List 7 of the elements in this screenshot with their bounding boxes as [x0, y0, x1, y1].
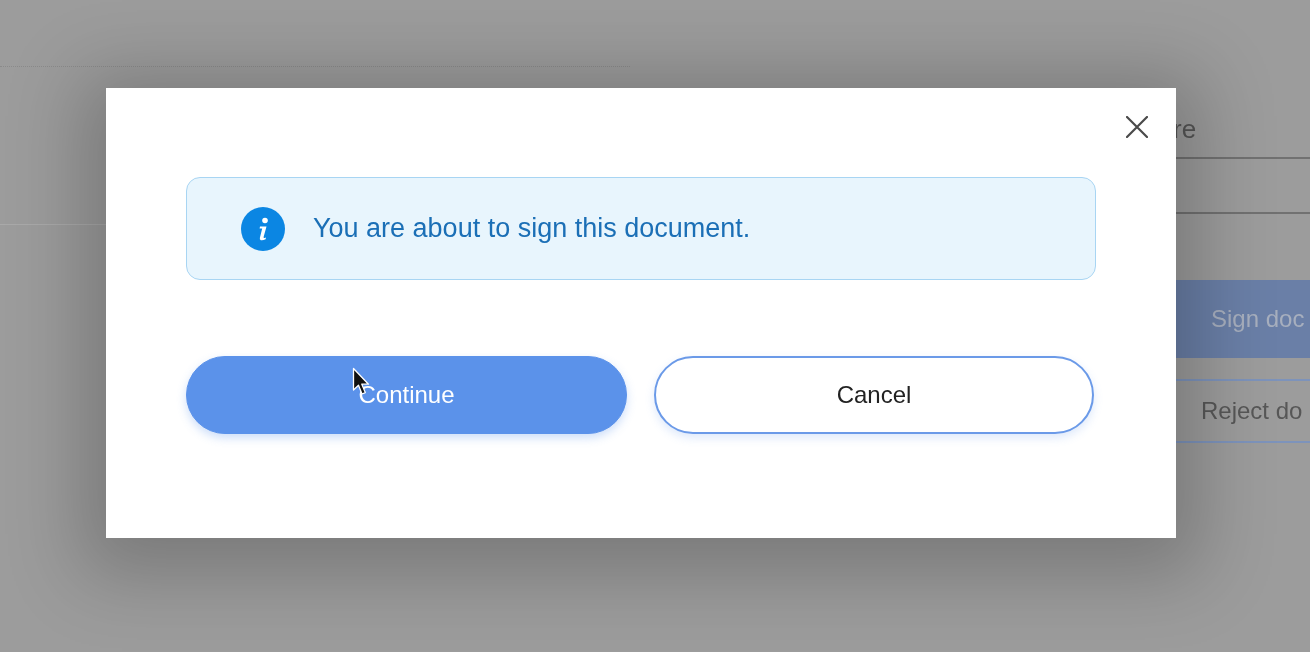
cancel-button[interactable]: Cancel — [654, 356, 1094, 434]
close-button[interactable] — [1126, 116, 1148, 138]
close-icon — [1126, 116, 1148, 138]
continue-button[interactable]: Continue — [186, 356, 627, 434]
sign-document-button[interactable]: Sign doc — [1173, 280, 1310, 358]
info-message: You are about to sign this document. — [313, 213, 751, 244]
info-icon — [241, 206, 285, 251]
